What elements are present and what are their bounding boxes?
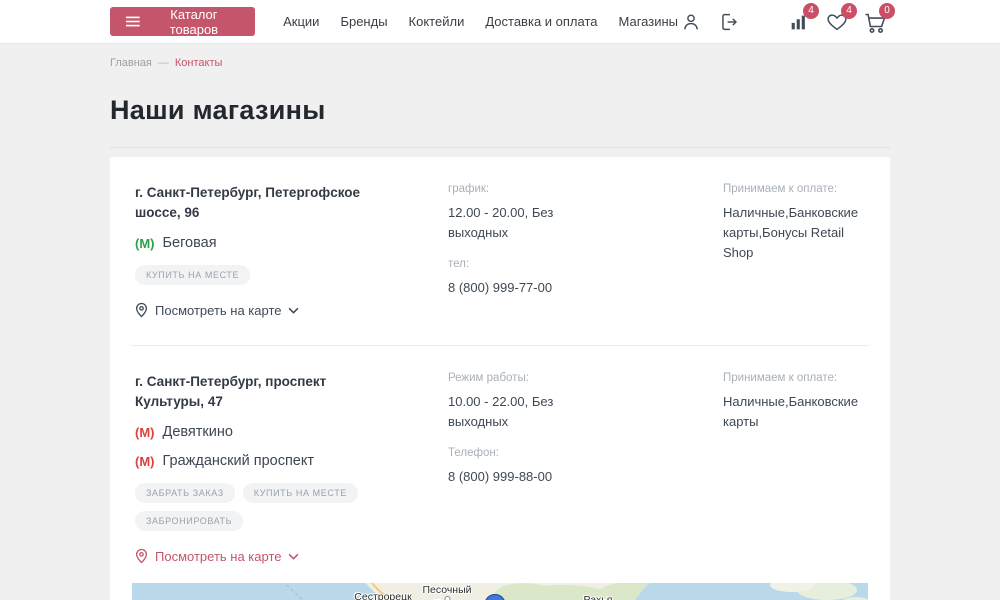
user-icon[interactable] <box>678 9 704 35</box>
map-label-pesochny: Песочный <box>422 584 471 596</box>
tag-buy-onsite: КУПИТЬ НА МЕСТЕ <box>243 483 358 503</box>
wishlist-heart-icon[interactable]: 4 <box>824 9 850 35</box>
phone-value: 8 (800) 999-88-00 <box>448 467 723 487</box>
stores-card: г. Санкт-Петербург, Петергофское шоссе, … <box>110 157 890 600</box>
cart-badge: 0 <box>879 3 895 19</box>
location-pin-icon <box>135 302 148 318</box>
metro-station-name: Девяткино <box>163 424 233 440</box>
store-hours-col: Режим работы: 10.00 - 22.00, Без выходны… <box>448 372 723 487</box>
map-label-rakhya: Рахья <box>584 594 613 600</box>
schedule-label: Режим работы: <box>448 372 723 384</box>
breadcrumb-current[interactable]: Контакты <box>175 57 223 69</box>
location-pin-icon <box>135 548 148 564</box>
breadcrumb-home[interactable]: Главная <box>110 57 152 69</box>
phone-label: тел: <box>448 258 723 270</box>
nav-item-stores[interactable]: Магазины <box>619 14 679 29</box>
payment-value: Наличные,Банковские карты <box>723 392 869 432</box>
tag-pickup: ЗАБРАТЬ ЗАКАЗ <box>135 483 235 503</box>
show-on-map-label: Посмотреть на карте <box>155 549 281 564</box>
store-address: г. Санкт-Петербург, проспект Культуры, 4… <box>135 372 385 411</box>
wishlist-badge: 4 <box>841 3 857 19</box>
stats-icon[interactable]: 4 <box>786 9 812 35</box>
hamburger-icon <box>126 16 140 27</box>
store-map-pin[interactable] <box>483 594 507 600</box>
nav-item-delivery[interactable]: Доставка и оплата <box>485 14 597 29</box>
store-address: г. Санкт-Петербург, Петергофское шоссе, … <box>135 183 385 222</box>
store-map[interactable]: Сестрорецк Песочный Парголово Мурино Рах… <box>132 583 868 600</box>
store-main-col: г. Санкт-Петербург, Петергофское шоссе, … <box>135 183 448 323</box>
store-entry-begovaya: г. Санкт-Петербург, Петергофское шоссе, … <box>110 157 890 345</box>
schedule-value: 12.00 - 20.00, Без выходных <box>448 203 576 243</box>
page-title: Наши магазины <box>110 95 1000 126</box>
metro-icon: (М) <box>135 454 155 469</box>
store-hours-col: график: 12.00 - 20.00, Без выходных тел:… <box>448 183 723 298</box>
metro-icon: (М) <box>135 425 155 440</box>
phone-label: Телефон: <box>448 447 723 459</box>
phone-value: 8 (800) 999-77-00 <box>448 278 723 298</box>
store-payment-col: Принимаем к оплате: Наличные,Банковские … <box>723 183 869 263</box>
schedule-value: 10.00 - 22.00, Без выходных <box>448 392 576 432</box>
payment-label: Принимаем к оплате: <box>723 183 869 195</box>
map-label-sestroretsk: Сестрорецк <box>354 591 411 600</box>
map-row: Сестрорецк Песочный Парголово Мурино Рах… <box>132 583 869 600</box>
schedule-label: график: <box>448 183 723 195</box>
header: Каталог товаров Акции Бренды Коктейли До… <box>0 0 1000 44</box>
metro-row: (М) Девяткино <box>135 424 448 440</box>
store-payment-col: Принимаем к оплате: Наличные,Банковские … <box>723 372 869 432</box>
store-tags: КУПИТЬ НА МЕСТЕ <box>135 265 390 285</box>
metro-station-name: Беговая <box>163 235 217 251</box>
nav-item-brands[interactable]: Бренды <box>340 14 387 29</box>
title-divider <box>110 147 890 148</box>
show-on-map-link[interactable]: Посмотреть на карте <box>135 548 299 564</box>
show-on-map-label: Посмотреть на карте <box>155 303 281 318</box>
store-entry-kultury: г. Санкт-Петербург, проспект Культуры, 4… <box>110 346 890 600</box>
metro-icon: (М) <box>135 236 155 251</box>
payment-value: Наличные,Банковские карты,Бонусы Retail … <box>723 203 869 263</box>
metro-station-name: Гражданский проспект <box>163 453 315 469</box>
header-icons: 4 4 0 <box>678 9 888 35</box>
breadcrumb-separator: — <box>158 57 169 69</box>
cart-icon[interactable]: 0 <box>862 9 888 35</box>
chevron-down-icon <box>288 553 299 560</box>
store-main-col: г. Санкт-Петербург, проспект Культуры, 4… <box>135 372 448 569</box>
catalog-button[interactable]: Каталог товаров <box>110 7 255 36</box>
tag-buy-onsite: КУПИТЬ НА МЕСТЕ <box>135 265 250 285</box>
catalog-button-label: Каталог товаров <box>149 7 239 37</box>
stats-badge: 4 <box>803 3 819 19</box>
nav-item-promos[interactable]: Акции <box>283 14 319 29</box>
breadcrumb: Главная — Контакты <box>110 57 1000 69</box>
show-on-map-link[interactable]: Посмотреть на карте <box>135 302 299 318</box>
store-tags: ЗАБРАТЬ ЗАКАЗ КУПИТЬ НА МЕСТЕ ЗАБРОНИРОВ… <box>135 483 390 531</box>
main-nav: Акции Бренды Коктейли Доставка и оплата … <box>283 14 678 29</box>
tag-reserve: ЗАБРОНИРОВАТЬ <box>135 511 243 531</box>
payment-label: Принимаем к оплате: <box>723 372 869 384</box>
chevron-down-icon <box>288 307 299 314</box>
metro-row: (М) Гражданский проспект <box>135 453 448 469</box>
nav-item-cocktails[interactable]: Коктейли <box>409 14 465 29</box>
page: Каталог товаров Акции Бренды Коктейли До… <box>0 0 1000 600</box>
logout-icon[interactable] <box>716 9 742 35</box>
metro-row: (М) Беговая <box>135 235 448 251</box>
